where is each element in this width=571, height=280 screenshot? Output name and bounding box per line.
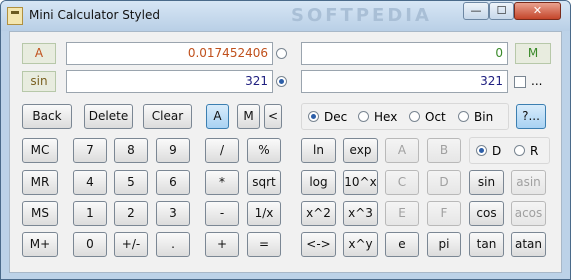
decimal-point-button[interactable]: . xyxy=(156,232,190,257)
base-hex-option[interactable]: Hex xyxy=(358,107,397,127)
base-oct-option[interactable]: Oct xyxy=(409,107,446,127)
memory-label: M xyxy=(515,43,551,64)
result-display: 321 xyxy=(301,70,508,93)
log-button[interactable]: log xyxy=(301,170,336,195)
digit-1-button[interactable]: 1 xyxy=(73,201,107,226)
mr-button[interactable]: MR xyxy=(22,170,58,195)
base-oct-label: Oct xyxy=(425,110,446,124)
ln-button[interactable]: ln xyxy=(301,138,336,163)
register-a-label: A xyxy=(22,43,56,64)
clear-button[interactable]: Clear xyxy=(143,104,192,129)
register-a-button[interactable]: A xyxy=(206,104,229,129)
base-oct-radio[interactable] xyxy=(409,111,420,122)
title-bar[interactable]: Mini Calculator Styled SOFTPEDIA — ☐ ✕ xyxy=(1,1,570,31)
power-button[interactable]: x^y xyxy=(343,232,378,257)
swap-button[interactable]: <-> xyxy=(301,232,336,257)
negate-button[interactable]: +/- xyxy=(114,232,148,257)
number-base-group: Dec Hex Oct Bin xyxy=(301,103,509,130)
ms-button[interactable]: MS xyxy=(22,201,58,226)
base-bin-option[interactable]: Bin xyxy=(458,107,493,127)
register-m-button[interactable]: M xyxy=(237,104,260,129)
back-button[interactable]: Back xyxy=(22,104,72,129)
hex-d-button[interactable]: D xyxy=(427,170,461,195)
delete-button[interactable]: Delete xyxy=(84,104,133,129)
register-a-radio[interactable] xyxy=(276,48,287,59)
square-button[interactable]: x^2 xyxy=(301,201,336,226)
angle-degrees-radio[interactable] xyxy=(476,145,487,156)
extra-label: ... xyxy=(531,74,543,88)
function-input-display: 321 xyxy=(66,70,273,93)
base-bin-radio[interactable] xyxy=(458,111,469,122)
tan-button[interactable]: tan xyxy=(469,232,504,257)
cube-button[interactable]: x^3 xyxy=(343,201,378,226)
base-dec-radio[interactable] xyxy=(308,111,319,122)
atan-button[interactable]: atan xyxy=(511,232,546,257)
digit-7-button[interactable]: 7 xyxy=(73,138,107,163)
base-dec-label: Dec xyxy=(324,110,348,124)
digit-3-button[interactable]: 3 xyxy=(156,201,190,226)
app-window: Mini Calculator Styled SOFTPEDIA — ☐ ✕ A… xyxy=(0,0,571,280)
add-button[interactable]: + xyxy=(205,232,239,257)
hex-f-button[interactable]: F xyxy=(427,201,461,226)
digit-5-button[interactable]: 5 xyxy=(114,170,148,195)
pow10-button[interactable]: 10^x xyxy=(343,170,378,195)
multiply-button[interactable]: * xyxy=(205,170,239,195)
hex-c-button[interactable]: C xyxy=(385,170,419,195)
hex-b-button[interactable]: B xyxy=(427,138,461,163)
angle-unit-group: D R xyxy=(469,137,550,164)
base-hex-label: Hex xyxy=(374,110,398,124)
angle-radians-label: R xyxy=(530,144,539,158)
pi-constant-button[interactable]: pi xyxy=(427,232,461,257)
memory-display: 0 xyxy=(301,42,508,65)
angle-radians-option[interactable]: R xyxy=(514,141,538,161)
subtract-button[interactable]: - xyxy=(205,201,239,226)
minimize-button[interactable]: — xyxy=(463,2,489,20)
help-button[interactable]: ?... xyxy=(516,104,546,129)
digit-0-button[interactable]: 0 xyxy=(73,232,107,257)
function-label: sin xyxy=(22,71,56,92)
hex-e-button[interactable]: E xyxy=(385,201,419,226)
cos-button[interactable]: cos xyxy=(469,201,504,226)
register-a-display: 0.017452406 xyxy=(66,42,273,65)
e-constant-button[interactable]: e xyxy=(385,232,419,257)
angle-degrees-option[interactable]: D xyxy=(476,141,501,161)
digit-2-button[interactable]: 2 xyxy=(114,201,148,226)
equals-button[interactable]: = xyxy=(247,232,281,257)
close-button[interactable]: ✕ xyxy=(514,2,561,20)
calculator-body: A 0.017452406 0 M sin 321 321 ... Back D… xyxy=(9,31,562,273)
divide-button[interactable]: / xyxy=(205,138,239,163)
window-title: Mini Calculator Styled xyxy=(29,8,160,22)
digit-8-button[interactable]: 8 xyxy=(114,138,148,163)
exp-button[interactable]: exp xyxy=(343,138,378,163)
sin-button[interactable]: sin xyxy=(469,170,504,195)
digit-9-button[interactable]: 9 xyxy=(156,138,190,163)
base-dec-option[interactable]: Dec xyxy=(308,107,347,127)
percent-button[interactable]: % xyxy=(247,138,281,163)
asin-button[interactable]: asin xyxy=(511,170,546,195)
m-plus-button[interactable]: M+ xyxy=(22,232,58,257)
digit-6-button[interactable]: 6 xyxy=(156,170,190,195)
sqrt-button[interactable]: sqrt xyxy=(247,170,281,195)
acos-button[interactable]: acos xyxy=(511,201,546,226)
function-input-radio[interactable] xyxy=(276,76,287,87)
mc-button[interactable]: MC xyxy=(22,138,58,163)
maximize-button[interactable]: ☐ xyxy=(489,2,514,20)
angle-radians-radio[interactable] xyxy=(514,145,525,156)
calculator-app-icon xyxy=(7,7,23,25)
watermark: SOFTPEDIA xyxy=(291,5,432,26)
base-hex-radio[interactable] xyxy=(358,111,369,122)
shift-left-button[interactable]: < xyxy=(264,104,282,129)
hex-a-button[interactable]: A xyxy=(385,138,419,163)
digit-4-button[interactable]: 4 xyxy=(73,170,107,195)
base-bin-label: Bin xyxy=(474,110,494,124)
angle-degrees-label: D xyxy=(492,144,502,158)
extra-checkbox[interactable] xyxy=(514,76,526,88)
reciprocal-button[interactable]: 1/x xyxy=(247,201,281,226)
